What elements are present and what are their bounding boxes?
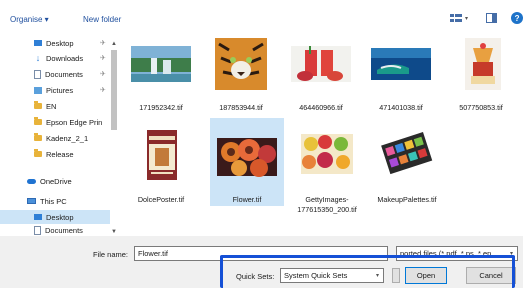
file-grid: 171952342.tif 187853944.tif 464460966.ti… <box>124 36 523 236</box>
sidebar-item-label: This PC <box>40 196 67 206</box>
sidebar-item-label: Documents <box>45 226 83 235</box>
sidebar-item-desktop-pc[interactable]: Desktop <box>0 210 110 224</box>
file-name-value: Flower.tif <box>138 249 169 258</box>
help-icon[interactable]: ? <box>511 12 523 24</box>
desktop-icon <box>34 40 42 46</box>
file-name: 171952342.tif <box>139 103 183 112</box>
folder-icon <box>34 117 42 125</box>
folder-icon <box>34 133 42 141</box>
file-item[interactable]: GettyImages-177615350_200.tif <box>290 128 364 216</box>
file-item[interactable]: MakeupPalettes.tif <box>370 128 444 216</box>
file-name: 471401038.tif <box>379 103 423 112</box>
sidebar-item-epson-edge-print[interactable]: Epson Edge Prin <box>0 115 110 129</box>
desktop-icon <box>34 214 42 220</box>
toolbar: Organise ▾ New folder ▾ ? <box>0 0 523 36</box>
sidebar-item-label: Downloads <box>46 53 84 63</box>
file-item[interactable]: 471401038.tif <box>364 36 438 124</box>
sidebar-item-label: Kadenz_2_1 <box>46 133 89 143</box>
file-name: Flower.tif <box>232 195 262 204</box>
makeup-palette-thumbnail <box>381 131 433 175</box>
document-icon <box>34 226 41 235</box>
file-name: GettyImages-177615350_200.tif <box>297 195 357 214</box>
fruit-pile-thumbnail <box>301 134 353 174</box>
fruit-drinks-thumbnail <box>291 46 351 82</box>
download-icon: ↓ <box>35 53 41 63</box>
waterfall-thumbnail <box>131 46 191 82</box>
sidebar-item-label: Epson Edge Prin <box>46 117 103 127</box>
sea-island-thumbnail <box>371 48 431 80</box>
this-pc-icon <box>27 198 36 204</box>
file-item-selected[interactable]: Flower.tif <box>210 118 284 206</box>
view-options-dropdown-icon[interactable]: ▾ <box>465 15 468 22</box>
file-item[interactable]: 187853944.tif <box>204 36 278 124</box>
onedrive-icon <box>27 178 36 184</box>
dolce-poster-thumbnail <box>147 130 177 180</box>
file-item[interactable]: 464460966.tif <box>284 36 358 124</box>
organise-menu-button[interactable]: Organise ▾ <box>10 15 49 24</box>
file-name: 507750853.tif <box>459 103 503 112</box>
new-folder-button[interactable]: New folder <box>83 15 121 24</box>
folder-icon <box>34 149 42 157</box>
tiger-thumbnail <box>215 38 267 90</box>
scroll-up-icon[interactable]: ▲ <box>110 40 118 48</box>
sidebar-item-label: OneDrive <box>40 176 72 186</box>
folder-icon <box>34 101 42 109</box>
pin-icon: ✈ <box>100 87 106 94</box>
sidebar-item-desktop[interactable]: Desktop <box>0 36 110 50</box>
flower-thumbnail <box>217 138 277 177</box>
pastry-thumbnail <box>465 38 501 90</box>
file-item[interactable]: 507750853.tif <box>444 36 518 124</box>
file-item[interactable]: DolcePoster.tif <box>124 128 198 216</box>
pictures-icon <box>34 86 42 94</box>
file-name: 464460966.tif <box>299 103 343 112</box>
sidebar-item-downloads[interactable]: ↓ Downloads <box>0 51 110 65</box>
sidebar-item-label: EN <box>46 101 57 111</box>
file-name: 187853944.tif <box>219 103 263 112</box>
file-name: MakeupPalettes.tif <box>377 195 437 204</box>
file-item[interactable]: 171952342.tif <box>124 36 198 124</box>
quick-sets-highlight-box <box>220 255 515 288</box>
sidebar-item-release[interactable]: Release <box>0 147 110 161</box>
sidebar-item-pictures[interactable]: Pictures <box>0 83 110 97</box>
file-name: DolcePoster.tif <box>137 195 185 204</box>
toolbar-right-group: ▾ ? <box>450 12 523 24</box>
sidebar-item-this-pc[interactable]: This PC <box>0 194 110 208</box>
sidebar-item-en[interactable]: EN <box>0 99 110 113</box>
pin-icon: ✈ <box>100 55 106 62</box>
document-icon <box>34 69 41 79</box>
sidebar-item-onedrive[interactable]: OneDrive <box>0 174 110 188</box>
sidebar-item-label: Documents <box>45 69 83 79</box>
navigation-scrollbar[interactable]: ▲ ▼ <box>110 40 118 236</box>
sidebar-item-label: Release <box>46 149 74 159</box>
file-name-label: File name: <box>93 250 129 259</box>
help-glyph: ? <box>514 13 520 23</box>
sidebar-item-label: Desktop <box>46 212 74 222</box>
scroll-down-icon[interactable]: ▼ <box>110 228 118 236</box>
sidebar-item-label: Pictures <box>46 85 74 95</box>
sidebar-item-documents[interactable]: Documents <box>0 67 110 81</box>
sidebar-item-label: Desktop <box>46 38 74 48</box>
sidebar-item-kadenz[interactable]: Kadenz_2_1 <box>0 131 110 145</box>
navigation-pane: Desktop ✈ ↓ Downloads ✈ Documents ✈ Pict… <box>0 36 118 236</box>
pin-icon: ✈ <box>100 40 106 47</box>
sidebar-item-documents-pc[interactable]: Documents <box>0 226 110 236</box>
preview-pane-icon[interactable] <box>486 13 498 23</box>
view-options-icon[interactable] <box>450 13 462 23</box>
scrollbar-thumb[interactable] <box>111 50 117 130</box>
pin-icon: ✈ <box>100 71 106 78</box>
